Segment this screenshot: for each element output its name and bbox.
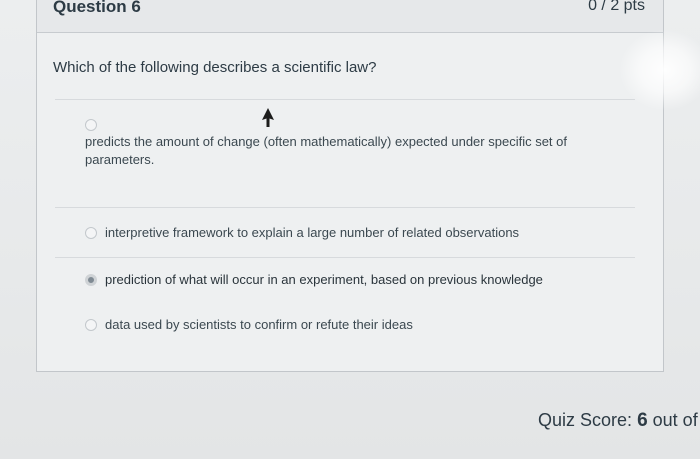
divider — [55, 257, 635, 258]
answer-option-label: interpretive framework to explain a larg… — [105, 225, 520, 240]
question-header: Question 6 0 / 2 pts — [37, 0, 663, 33]
question-text: Which of the following describes a scien… — [53, 59, 377, 76]
question-title: Question 6 — [53, 0, 141, 16]
quiz-score-value: 6 — [637, 410, 648, 431]
question-card: Question 6 0 / 2 pts Which of the follow… — [36, 0, 664, 372]
divider — [55, 99, 635, 100]
radio-button-selected-icon[interactable] — [85, 274, 97, 286]
radio-button-icon[interactable] — [85, 227, 97, 239]
answer-option-label: data used by scientists to confirm or re… — [105, 317, 413, 332]
divider — [55, 207, 635, 208]
quiz-score-label: Quiz Score: — [538, 410, 633, 430]
radio-button-icon[interactable] — [85, 119, 97, 131]
radio-button-icon[interactable] — [85, 319, 97, 331]
quiz-page: Question 6 0 / 2 pts Which of the follow… — [0, 0, 700, 459]
quiz-score: Quiz Score: 6 out of — [538, 410, 698, 432]
answer-option-label: predicts the amount of change (often mat… — [85, 134, 567, 167]
mouse-cursor-icon — [262, 108, 274, 127]
question-points: 0 / 2 pts — [588, 0, 645, 14]
answer-option-label: prediction of what will occur in an expe… — [105, 272, 543, 287]
quiz-score-suffix: out of — [652, 410, 698, 430]
